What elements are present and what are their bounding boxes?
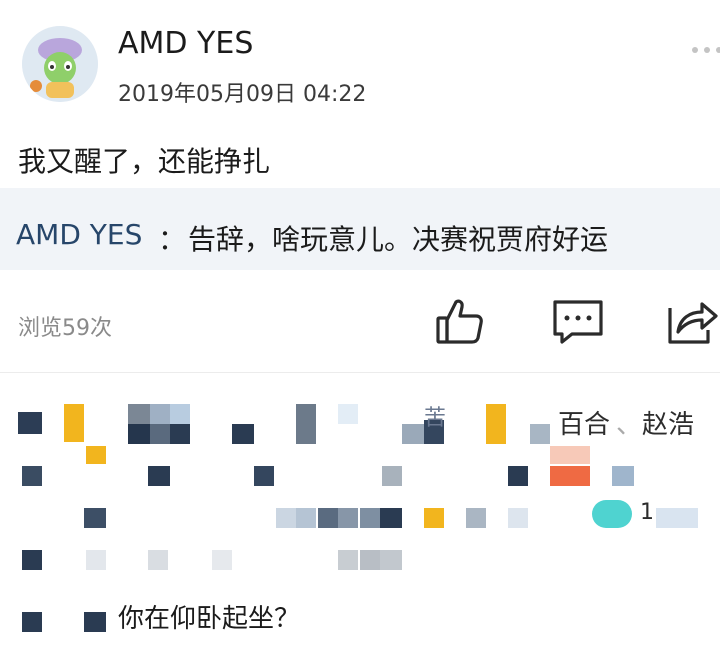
comment-text: 你在仰卧起坐？ <box>118 604 301 634</box>
avatar[interactable] <box>22 26 98 102</box>
post-text: 我又醒了，还能挣扎 <box>18 145 271 178</box>
liker-name-fragment: 百合 <box>558 410 611 440</box>
quoted-text: 告辞，啥玩意儿。决赛祝贾府好运 <box>188 223 609 256</box>
username[interactable]: AMD YES <box>118 26 253 61</box>
divider <box>0 372 720 373</box>
quote-separator: ： <box>158 223 187 256</box>
post-time: 2019年05月09日 04:22 <box>118 82 367 107</box>
quoted-author[interactable]: AMD YES <box>16 218 142 251</box>
view-count: 浏览59次 <box>18 316 112 341</box>
like-icon[interactable] <box>432 294 488 350</box>
comment-icon[interactable] <box>550 294 606 350</box>
share-icon[interactable] <box>664 294 720 350</box>
more-options-icon[interactable] <box>690 44 720 56</box>
liker-name-fragment: 赵浩 <box>642 410 695 440</box>
